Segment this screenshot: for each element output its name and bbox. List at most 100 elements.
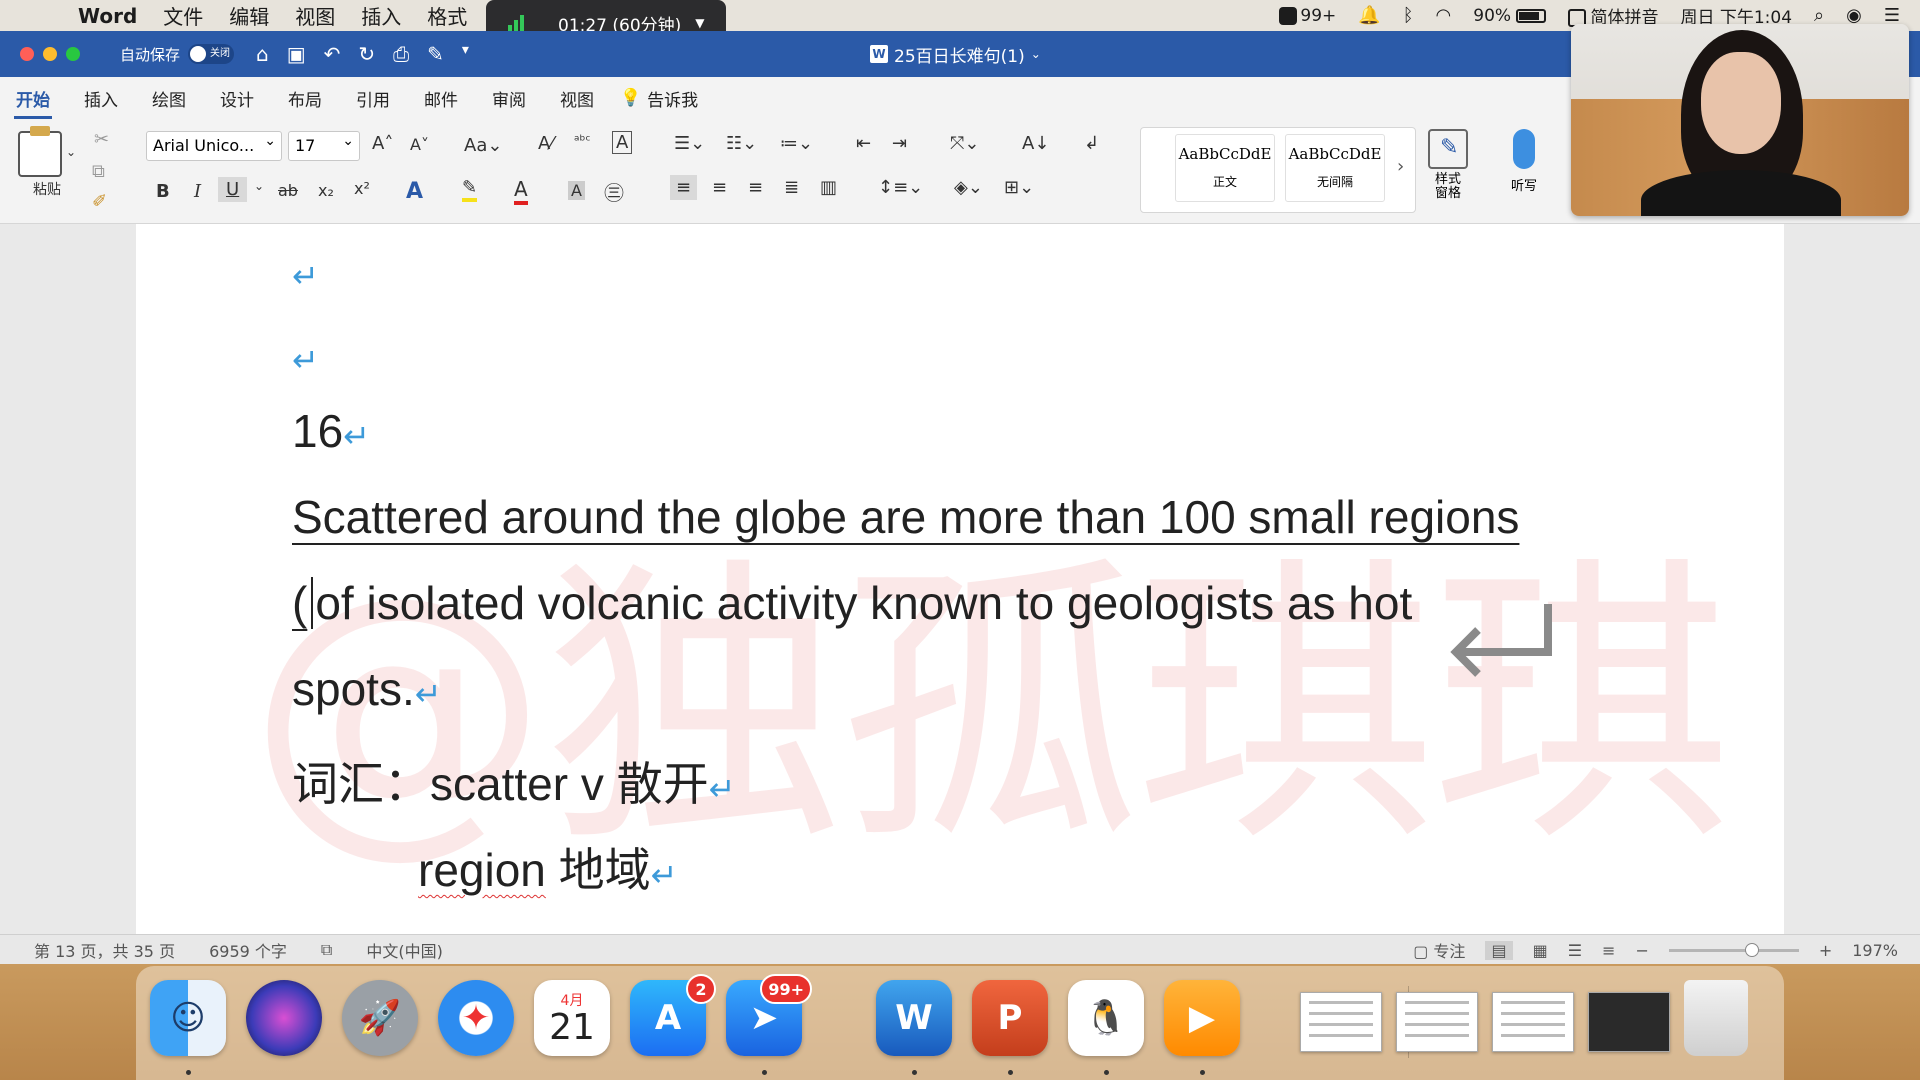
shading-icon[interactable]: ◈⌄: [954, 177, 983, 198]
borders-icon[interactable]: ⊞⌄: [1004, 177, 1034, 198]
print-layout-icon[interactable]: ▤: [1485, 940, 1513, 960]
tab-design[interactable]: 设计: [220, 86, 254, 111]
video-app-icon[interactable]: ▶: [1164, 980, 1240, 1056]
tab-review[interactable]: 审阅: [492, 86, 526, 111]
vocab-line-2[interactable]: region 地域↵: [418, 834, 677, 900]
vocab-line-1[interactable]: 词汇：scatter v 散开↵: [292, 748, 735, 814]
highlight-icon[interactable]: ✎: [462, 177, 478, 202]
grow-font-icon[interactable]: A˄: [372, 133, 393, 154]
trash-icon[interactable]: [1684, 980, 1748, 1056]
zoom-slider-thumb[interactable]: [1744, 942, 1759, 957]
siri-icon[interactable]: [246, 980, 322, 1056]
sentence-line-2[interactable]: (of isolated volcanic activity known to …: [292, 576, 1412, 630]
sentence-number[interactable]: 16↵: [292, 404, 370, 458]
text-effects-icon[interactable]: A: [406, 179, 423, 204]
close-window-button[interactable]: [20, 47, 34, 61]
italic-icon[interactable]: I: [194, 181, 201, 202]
character-border-icon[interactable]: A: [612, 131, 633, 154]
zoom-in-icon[interactable]: +: [1819, 941, 1832, 960]
bold-icon[interactable]: B: [156, 181, 170, 202]
bullets-icon[interactable]: ☰⌄: [674, 133, 705, 154]
page-count[interactable]: 第 13 页，共 35 页: [34, 938, 175, 962]
web-layout-icon[interactable]: ▦: [1533, 941, 1548, 960]
save-icon[interactable]: ▣: [287, 42, 306, 66]
underline-icon[interactable]: U: [218, 177, 248, 202]
home-icon[interactable]: ⌂: [256, 42, 269, 66]
control-center-icon[interactable]: ☰: [1884, 5, 1900, 26]
tab-layout[interactable]: 布局: [288, 86, 322, 111]
customize-toolbar-icon[interactable]: ▾: [462, 42, 469, 66]
font-size-select[interactable]: 17: [288, 131, 360, 161]
launchpad-icon[interactable]: 🚀: [342, 980, 418, 1056]
styles-more-icon[interactable]: ›: [1397, 156, 1404, 177]
menu-file[interactable]: 文件: [163, 1, 203, 30]
menu-edit[interactable]: 编辑: [229, 1, 269, 30]
minimized-word-window-2[interactable]: [1492, 992, 1574, 1052]
justify-icon[interactable]: ≣: [784, 177, 799, 198]
siri-icon[interactable]: ◉: [1846, 5, 1862, 26]
phonetic-guide-icon[interactable]: ᵃᵇᶜ: [574, 133, 591, 149]
menu-view[interactable]: 视图: [295, 1, 335, 30]
cut-icon[interactable]: ✂: [94, 129, 109, 150]
menu-insert[interactable]: 插入: [361, 1, 401, 30]
paste-options-icon[interactable]: ⌄: [66, 145, 76, 159]
tab-view[interactable]: 视图: [560, 86, 594, 111]
sort-icon[interactable]: A↓: [1022, 133, 1049, 154]
increase-indent-icon[interactable]: ⇥: [892, 133, 907, 154]
underline-options-icon[interactable]: ⌄: [254, 179, 264, 193]
align-right-icon[interactable]: ≡: [748, 177, 763, 198]
tell-me[interactable]: 💡 告诉我: [620, 86, 698, 111]
language[interactable]: 中文(中国): [366, 938, 443, 962]
character-shading-icon[interactable]: A: [568, 181, 585, 200]
tab-insert[interactable]: 插入: [84, 86, 118, 111]
styles-pane-button[interactable]: ✎ 样式 窗格: [1424, 129, 1472, 201]
style-no-spacing[interactable]: AaBbCcDdE 无间隔: [1285, 134, 1385, 202]
minimize-window-button[interactable]: [43, 47, 57, 61]
print-icon[interactable]: ⎙: [393, 42, 409, 66]
zoom-slider[interactable]: [1668, 942, 1799, 957]
style-normal[interactable]: AaBbCcDdE 正文: [1175, 134, 1275, 202]
bell-icon[interactable]: 🔔: [1358, 5, 1380, 26]
tab-home[interactable]: 开始: [14, 86, 52, 119]
line-spacing-icon[interactable]: ↕≡⌄: [878, 177, 923, 198]
zoom-out-icon[interactable]: −: [1635, 941, 1648, 960]
change-case-icon[interactable]: Aa⌄: [464, 135, 502, 156]
sentence-line-1[interactable]: Scattered around the globe are more than…: [292, 490, 1519, 544]
feishu-icon[interactable]: ➤ 99+: [726, 974, 812, 1056]
multilevel-list-icon[interactable]: ≔⌄: [780, 133, 813, 154]
decrease-indent-icon[interactable]: ⇤: [856, 133, 871, 154]
tab-draw[interactable]: 绘图: [152, 86, 186, 111]
subscript-icon[interactable]: x₂: [318, 181, 334, 200]
autosave-toggle[interactable]: 关闭: [188, 44, 235, 64]
word-count[interactable]: 6959 个字: [209, 938, 287, 962]
tab-references[interactable]: 引用: [356, 86, 390, 111]
paste-button[interactable]: [18, 126, 62, 177]
calendar-icon[interactable]: 4月 21: [534, 980, 610, 1056]
font-name-select[interactable]: Arial Unico...: [146, 131, 282, 161]
minimized-word-window-1[interactable]: [1300, 992, 1382, 1052]
powerpoint-app-icon[interactable]: P: [972, 980, 1048, 1056]
bluetooth-icon[interactable]: ᛒ: [1403, 5, 1414, 26]
battery-status[interactable]: 90%: [1473, 6, 1547, 26]
sentence-line-3[interactable]: spots.↵: [292, 662, 442, 716]
format-painter-icon[interactable]: ✐: [92, 191, 107, 212]
redo-icon[interactable]: ↻: [358, 42, 375, 66]
document-title[interactable]: W 25百日长难句(1) ⌄: [870, 42, 1041, 67]
outline-view-icon[interactable]: ☰: [1568, 941, 1582, 960]
zoom-level[interactable]: 197%: [1852, 941, 1898, 960]
align-left-icon[interactable]: ≡: [670, 175, 698, 200]
edit-icon[interactable]: ✎: [427, 42, 444, 66]
text-direction-icon[interactable]: ⤧⌄: [950, 133, 979, 154]
copy-icon[interactable]: ⧉: [92, 161, 105, 182]
align-center-icon[interactable]: ≡: [712, 177, 727, 198]
focus-mode[interactable]: ▢ 专注: [1413, 938, 1465, 962]
clear-formatting-icon[interactable]: A⁄: [538, 133, 553, 154]
zoom-window-button[interactable]: [66, 47, 80, 61]
menu-format[interactable]: 格式: [427, 1, 467, 30]
minimized-video-window[interactable]: [1588, 992, 1670, 1052]
dictate-button[interactable]: 听写: [1502, 129, 1546, 194]
distributed-icon[interactable]: ▥: [820, 177, 837, 198]
safari-icon[interactable]: ✦: [438, 980, 514, 1056]
qq-app-icon[interactable]: 🐧: [1068, 980, 1144, 1056]
webcam-overlay[interactable]: [1571, 24, 1909, 216]
